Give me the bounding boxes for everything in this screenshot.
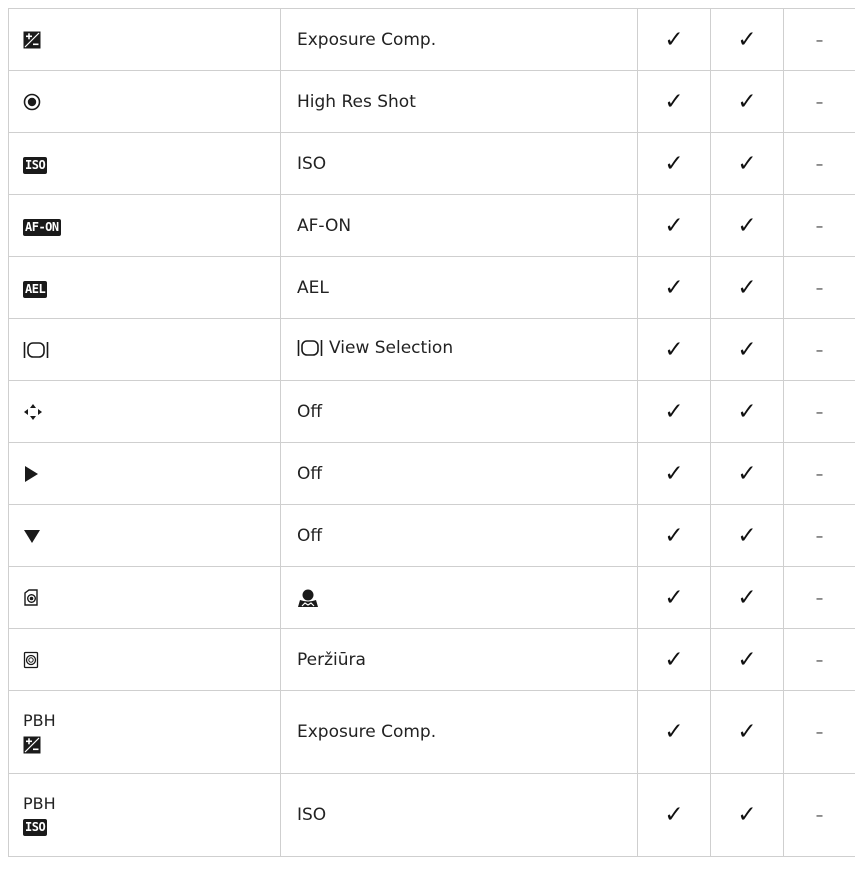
ael-icon: AEL [23,280,48,298]
view-selection-icon [23,341,49,359]
dash-mark: – [815,154,824,173]
check-mark: ✓ [737,212,757,239]
view-selection-icon [297,339,323,357]
table-row: ISO ISO ✓ ✓ – [8,132,855,195]
check-mark: ✓ [664,719,684,745]
function-cell: AEL [280,256,638,319]
control-cell [8,380,281,443]
right-triangle-icon [23,465,39,483]
table-row: AEL AEL ✓ ✓ – [8,256,855,319]
function-cell: Off [280,442,638,505]
check-mark: ✓ [664,150,684,177]
function-cell [280,566,638,629]
check-mark: ✓ [664,274,684,301]
control-cell: PBH [8,690,281,774]
control-cell [8,8,281,71]
function-cell: Off [280,380,638,443]
table-row: High Res Shot ✓ ✓ – [8,70,855,133]
control-cell [8,442,281,505]
check-mark: ✓ [737,274,757,301]
control-cell: AEL [8,256,281,319]
dash-mark: – [815,526,824,545]
check-mark: ✓ [737,26,757,53]
check-mark: ✓ [737,646,757,673]
check-mark: ✓ [664,584,684,611]
dash-mark: – [815,402,824,421]
check-mark: ✓ [737,150,757,177]
person-icon [297,588,319,608]
control-cell [8,504,281,567]
check-mark: ✓ [737,88,757,115]
dash-mark: – [815,92,824,111]
table-row: Off ✓ ✓ – [8,442,855,505]
pbh-label: PBH [23,794,56,813]
dash-mark: – [815,723,824,741]
check-mark: ✓ [737,802,757,828]
check-mark: ✓ [664,522,684,549]
function-cell: ISO [280,773,638,857]
iso-icon: ISO [23,819,48,836]
arrow-pad-icon [23,403,43,421]
check-mark: ✓ [737,336,757,363]
af-on-icon: AF-ON [23,218,61,236]
dash-mark: – [815,216,824,235]
table-row: Off ✓ ✓ – [8,504,855,567]
down-triangle-icon [23,528,41,544]
function-cell: Peržiūra [280,628,638,691]
iso-icon: ISO [23,156,48,174]
function-label: View Selection [329,337,454,358]
check-mark: ✓ [737,460,757,487]
check-mark: ✓ [664,88,684,115]
table-row: View Selection ✓ ✓ – [8,318,855,381]
function-cell: Exposure Comp. [280,690,638,774]
dash-mark: – [815,588,824,607]
exposure-comp-icon [23,31,41,49]
check-mark: ✓ [737,398,757,425]
dash-mark: – [815,30,824,49]
lens-fn-button-icon [23,588,39,607]
check-mark: ✓ [664,460,684,487]
control-cell [8,318,281,381]
dash-mark: – [815,340,824,359]
control-cell [8,566,281,629]
dash-mark: – [815,464,824,483]
control-cell [8,70,281,133]
high-res-shot-icon [23,93,41,111]
dash-mark: – [815,278,824,297]
table-row: PBH Exposure Comp. ✓ ✓ – [8,690,855,774]
check-mark: ✓ [664,802,684,828]
dash-mark: – [815,806,824,824]
check-mark: ✓ [737,522,757,549]
control-cell: ISO [8,132,281,195]
exposure-comp-icon [23,736,41,754]
check-mark: ✓ [664,646,684,673]
check-mark: ✓ [664,26,684,53]
check-mark: ✓ [664,398,684,425]
function-cell: Off [280,504,638,567]
function-cell: View Selection [280,318,638,381]
function-cell: High Res Shot [280,70,638,133]
control-cell: AF-ON [8,194,281,257]
check-mark: ✓ [737,719,757,745]
control-cell: PBH ISO [8,773,281,857]
pbh-label: PBH [23,710,56,730]
dash-mark: – [815,650,824,669]
check-mark: ✓ [737,584,757,611]
table-row: ✓ ✓ – [8,566,855,629]
function-table: Exposure Comp. ✓ ✓ – High Res Shot ✓ ✓ – [8,8,855,857]
table-row: AF-ON AF-ON ✓ ✓ – [8,194,855,257]
preview-button-icon [23,651,39,669]
table-row: Off ✓ ✓ – [8,380,855,443]
check-mark: ✓ [664,212,684,239]
table-row: PBH ISO ISO ✓ ✓ – [8,773,855,857]
table-row: Peržiūra ✓ ✓ – [8,628,855,691]
table-row: Exposure Comp. ✓ ✓ – [8,8,855,71]
function-cell: AF-ON [280,194,638,257]
function-cell: ISO [280,132,638,195]
function-cell: Exposure Comp. [280,8,638,71]
check-mark: ✓ [664,336,684,363]
control-cell [8,628,281,691]
